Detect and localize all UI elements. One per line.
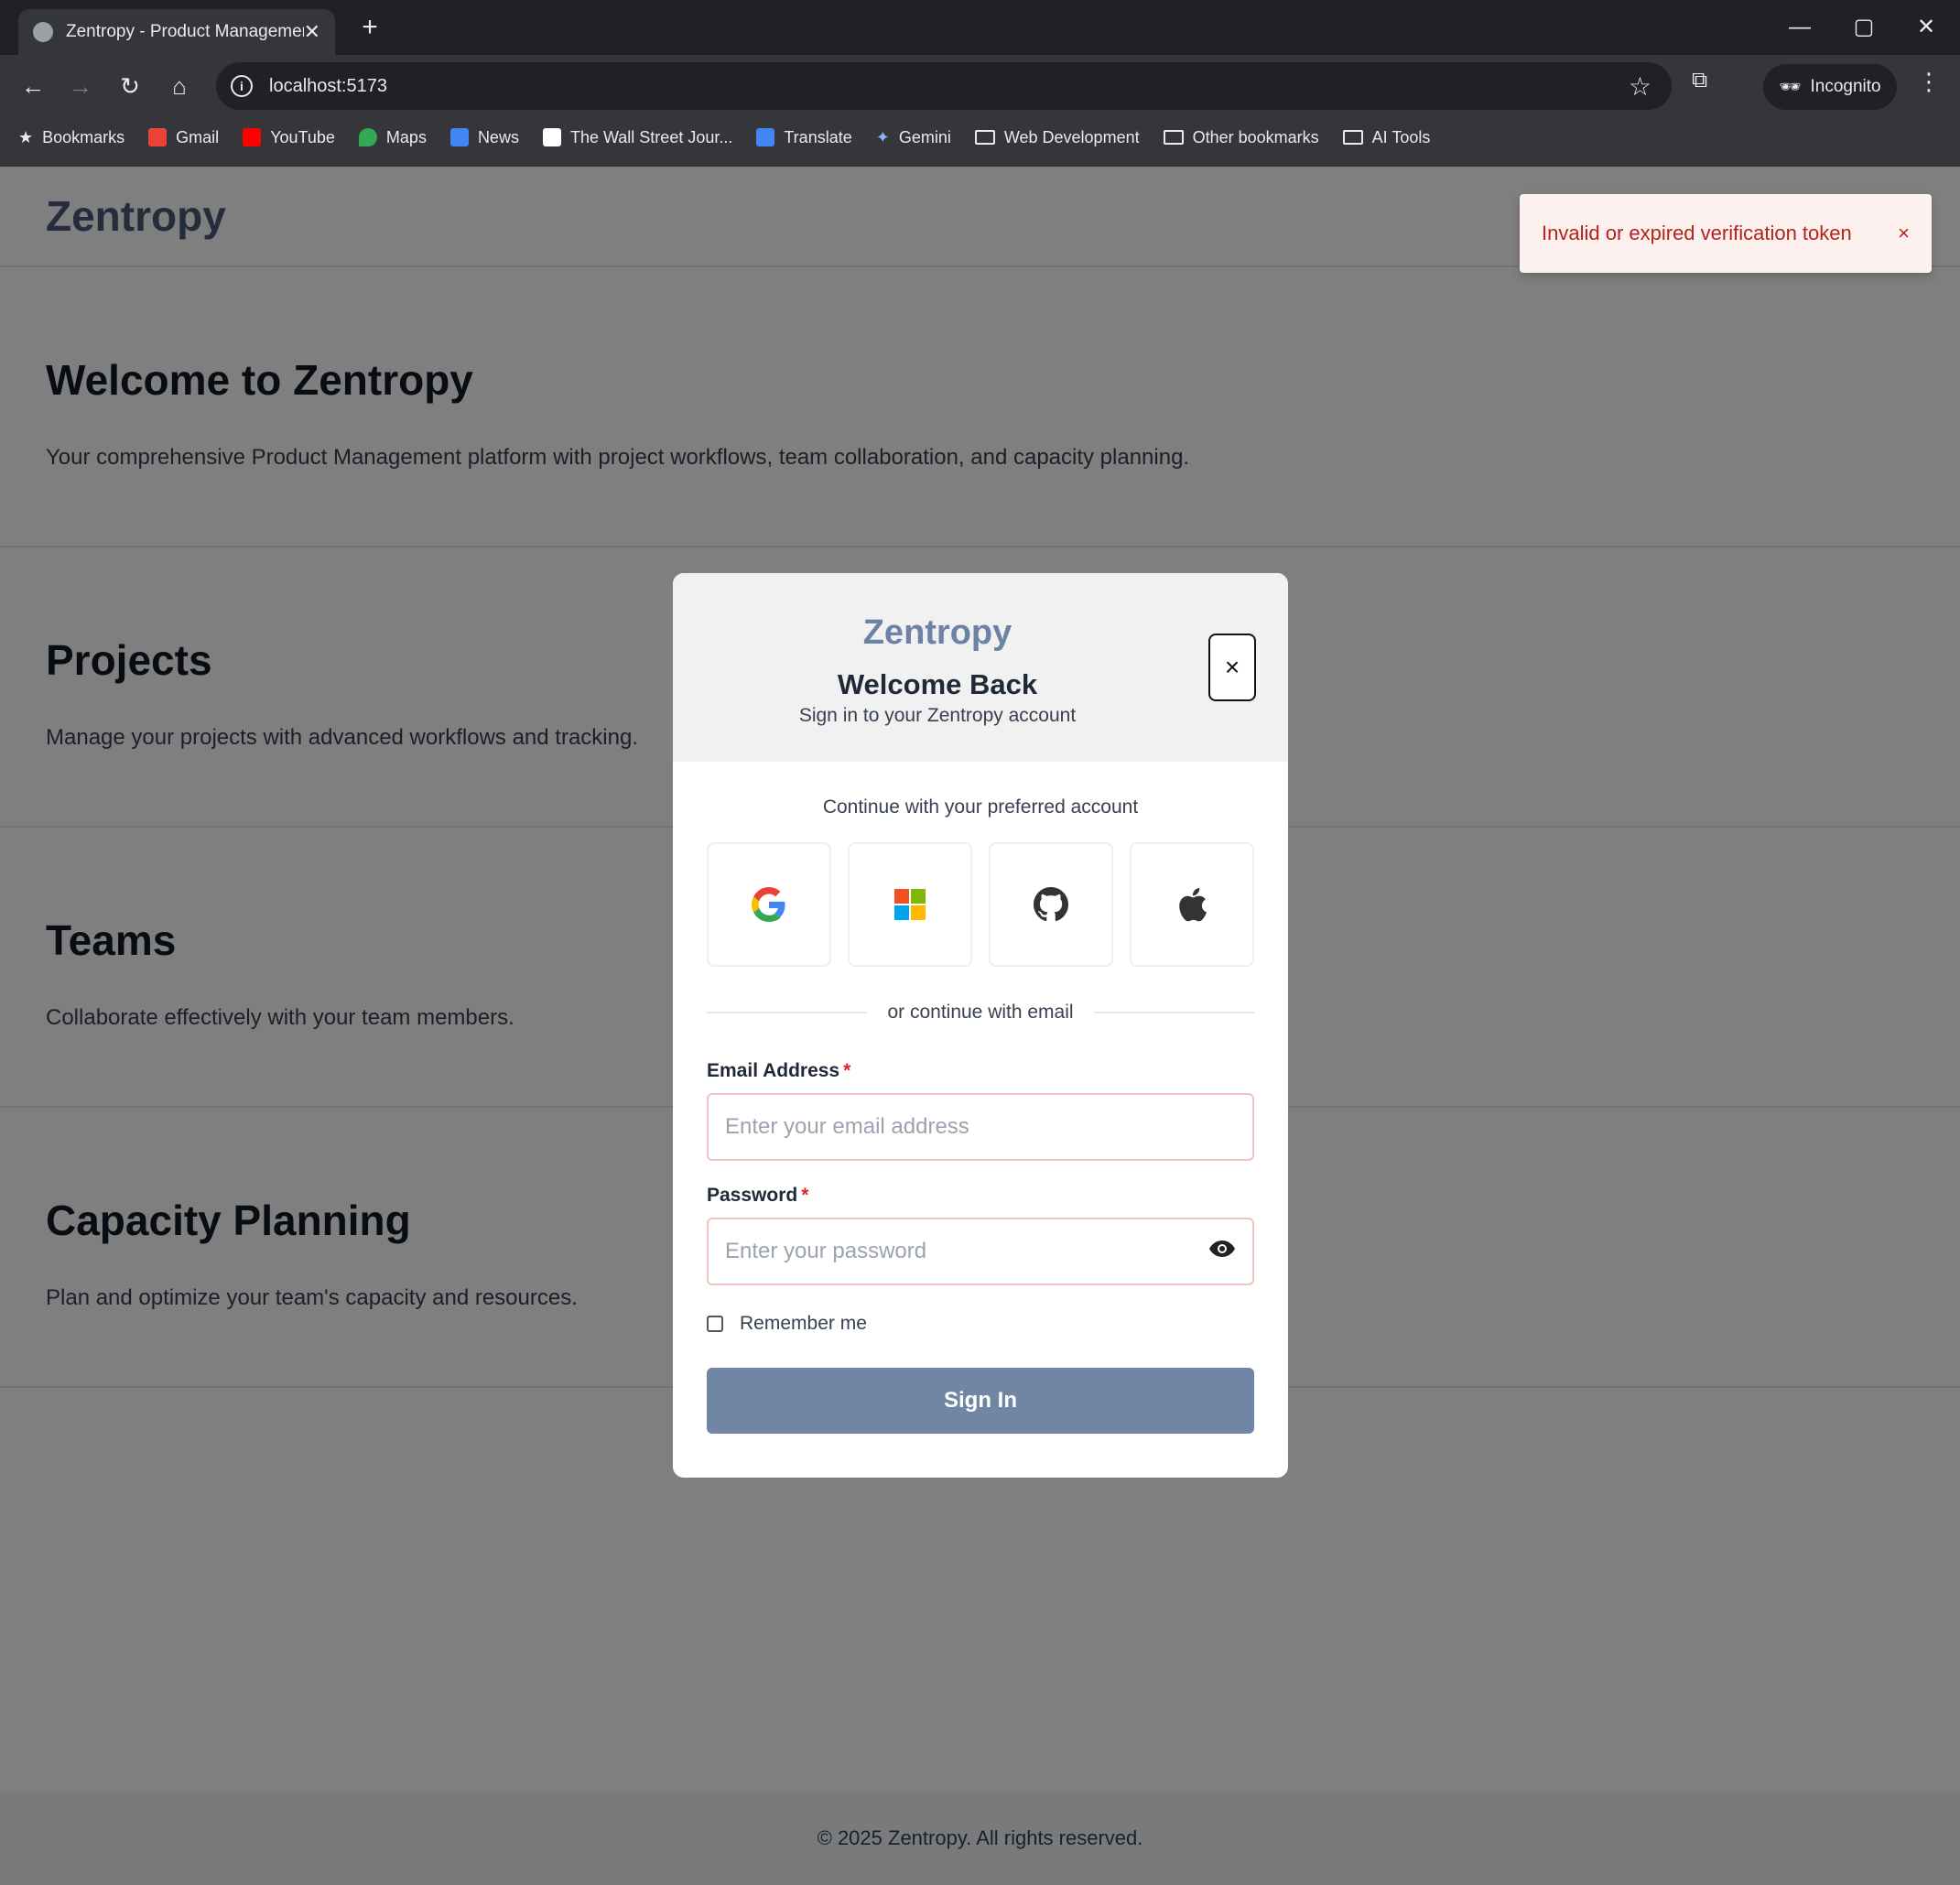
globe-icon (33, 22, 53, 42)
home-button[interactable]: ⌂ (161, 68, 198, 104)
remember-me-checkbox[interactable] (707, 1316, 723, 1332)
modal-header: Zentropy Welcome Back Sign in to your Ze… (673, 573, 1288, 762)
bookmarks-bar: ★ Bookmarks Gmail YouTube Maps News The W… (0, 117, 1960, 157)
bookmark-news[interactable]: News (449, 127, 519, 147)
browser-chrome: Zentropy - Product Management ✕ + — ▢ ✕ … (0, 0, 1960, 167)
maps-icon (358, 128, 377, 146)
bookmark-youtube[interactable]: YouTube (243, 128, 335, 147)
required-marker: * (843, 1060, 851, 1081)
close-tab-icon[interactable]: ✕ (304, 20, 320, 44)
news-icon (449, 128, 469, 146)
incognito-badge[interactable]: 🕶 Incognito (1763, 64, 1897, 110)
bookmark-maps[interactable]: Maps (358, 127, 427, 147)
remember-me-label: Remember me (740, 1313, 867, 1334)
password-placeholder: Enter your password (725, 1239, 927, 1263)
bookmark-bookmarks[interactable]: ★ Bookmarks (18, 128, 125, 147)
password-label-text: Password (707, 1185, 798, 1206)
modal-body: Continue with your preferred account or … (673, 796, 1288, 1434)
bookmark-label: Gmail (176, 127, 220, 146)
address-bar[interactable]: i localhost:5173 ☆ (216, 62, 1672, 110)
bookmark-label: Gemini (898, 127, 951, 146)
incognito-icon: 🕶 (1779, 78, 1802, 97)
bookmark-ai-tools[interactable]: AI Tools (1342, 127, 1431, 147)
email-label: Email Address * (707, 1060, 1254, 1082)
password-label: Password * (707, 1185, 1254, 1207)
github-login-button[interactable] (989, 842, 1113, 967)
bookmark-translate[interactable]: Translate (756, 127, 852, 147)
modal-title: Welcome Back (837, 668, 1038, 700)
apple-login-button[interactable] (1130, 842, 1254, 967)
error-toast: Invalid or expired verification token × (1520, 194, 1932, 273)
apple-icon (1179, 887, 1207, 922)
required-marker: * (801, 1185, 809, 1206)
divider-text: or continue with email (887, 1002, 1074, 1023)
close-modal-button[interactable]: × (1208, 634, 1256, 701)
bookmark-label: Bookmarks (42, 127, 125, 146)
bookmark-label: AI Tools (1371, 127, 1431, 146)
show-password-icon[interactable] (1208, 1239, 1236, 1264)
bookmark-other-bookmarks[interactable]: Other bookmarks (1163, 127, 1319, 147)
star-icon: ★ (18, 127, 34, 146)
google-login-button[interactable] (707, 842, 831, 967)
divider-line (1093, 1012, 1255, 1013)
bookmark-web-development[interactable]: Web Development (974, 127, 1140, 147)
wsj-icon (542, 128, 561, 146)
gemini-icon: ✦ (875, 127, 890, 146)
tab-title: Zentropy - Product Management (66, 22, 304, 41)
toast-message: Invalid or expired verification token (1542, 222, 1852, 244)
microsoft-login-button[interactable] (848, 842, 972, 967)
google-icon (752, 887, 785, 922)
toast-close-icon[interactable]: × (1898, 222, 1910, 245)
provider-prompt: Continue with your preferred account (822, 796, 1139, 818)
new-tab-button[interactable]: + (353, 11, 386, 44)
browser-tab[interactable]: Zentropy - Product Management ✕ (18, 9, 335, 55)
email-field[interactable]: Enter your email address (707, 1093, 1254, 1161)
login-modal: Zentropy Welcome Back Sign in to your Ze… (673, 573, 1288, 1478)
bookmark-star-icon[interactable]: ☆ (1629, 71, 1651, 102)
gmail-icon (148, 128, 168, 146)
folder-icon (1163, 130, 1184, 145)
bookmark-label: Web Development (1003, 127, 1140, 146)
github-icon (1034, 887, 1068, 922)
incognito-label: Incognito (1810, 77, 1881, 96)
email-label-text: Email Address (707, 1060, 840, 1081)
sign-in-label: Sign In (944, 1388, 1017, 1413)
bookmark-label: YouTube (270, 127, 335, 146)
modal-subtitle: Sign in to your Zentropy account (798, 705, 1077, 726)
folder-icon (1342, 130, 1363, 145)
menu-icon[interactable]: ⋮ (1917, 68, 1941, 96)
forward-button[interactable]: → (62, 68, 99, 104)
reload-button[interactable]: ↻ (112, 68, 148, 104)
bookmark-gmail[interactable]: Gmail (148, 128, 219, 147)
password-field[interactable]: Enter your password (707, 1218, 1254, 1285)
translate-icon (756, 128, 775, 146)
site-info-icon[interactable]: i (231, 75, 253, 97)
bookmark-gemini[interactable]: ✦ Gemini (876, 128, 951, 147)
bookmark-label: Other bookmarks (1192, 127, 1319, 146)
bookmark-label: The Wall Street Jour... (569, 127, 733, 146)
minimize-button[interactable]: — (1772, 7, 1827, 48)
url-text: localhost:5173 (269, 75, 387, 96)
microsoft-icon (894, 889, 926, 920)
cast-icon[interactable]: ⧉ (1692, 68, 1707, 93)
social-login-row (707, 842, 1254, 967)
folder-icon (974, 130, 995, 145)
divider-line (707, 1012, 868, 1013)
bookmark-wsj[interactable]: The Wall Street Jour... (542, 127, 733, 147)
email-placeholder: Enter your email address (725, 1114, 969, 1139)
bookmark-label: Translate (784, 127, 852, 146)
close-window-button[interactable]: ✕ (1899, 7, 1954, 48)
bookmark-label: News (477, 127, 519, 146)
back-button[interactable]: ← (15, 68, 51, 104)
email-divider: or continue with email (707, 1002, 1255, 1024)
remember-me[interactable]: Remember me (707, 1313, 1254, 1335)
modal-brand: Zentropy (862, 613, 1012, 652)
bookmark-label: Maps (385, 127, 427, 146)
maximize-button[interactable]: ▢ (1836, 7, 1891, 48)
tab-strip: Zentropy - Product Management ✕ + — ▢ ✕ (0, 0, 1960, 55)
sign-in-button[interactable]: Sign In (707, 1368, 1254, 1434)
youtube-icon (243, 128, 262, 146)
browser-toolbar: ← → ↻ ⌂ i localhost:5173 ☆ ⧉ 🕶 Incognito… (0, 55, 1960, 117)
